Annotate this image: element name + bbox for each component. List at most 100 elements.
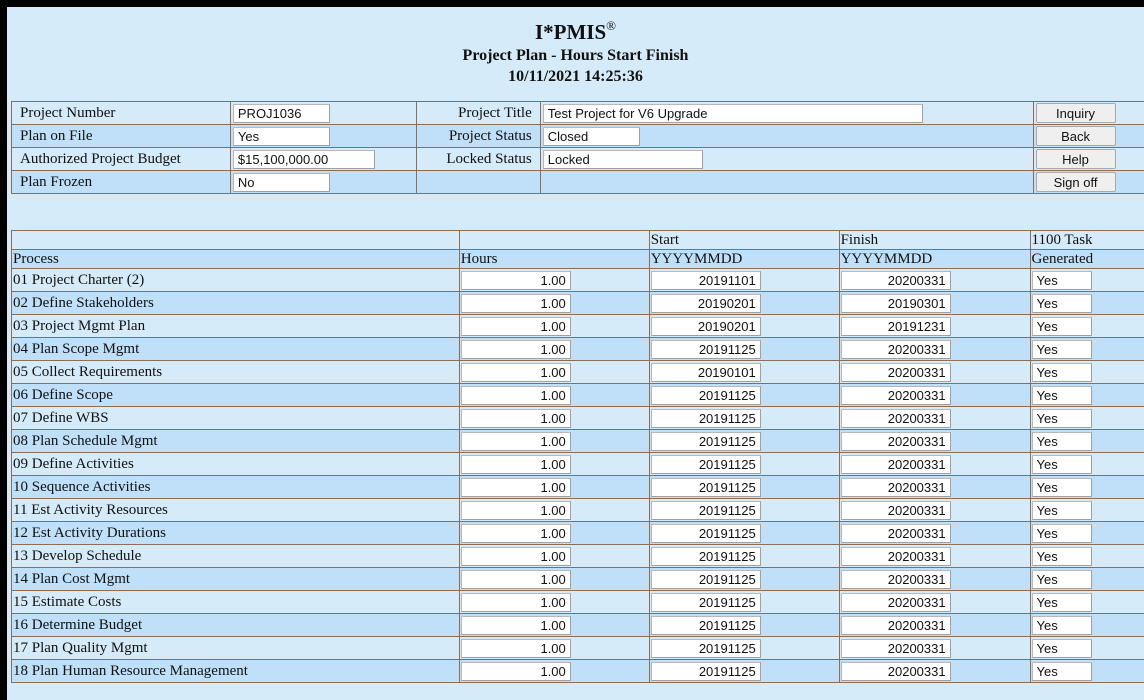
finish-date-input[interactable] (840, 546, 951, 566)
authorized-budget-field[interactable] (232, 149, 375, 169)
start-date-input[interactable] (650, 362, 761, 382)
finish-date-input[interactable] (840, 523, 951, 543)
info-row: Project Number Project Title Inquiry (11, 101, 1144, 125)
finish-date-input[interactable] (840, 454, 951, 474)
finish-date-input[interactable] (840, 638, 951, 658)
plan-frozen-field[interactable] (232, 172, 330, 192)
project-title-label: Project Title (415, 101, 541, 125)
task-generated-field[interactable] (1031, 569, 1092, 589)
grid-header-row: Process Hours YYYYMMDD YYYYMMDD Generate… (11, 249, 1144, 269)
hours-input[interactable] (460, 523, 571, 543)
hours-input[interactable] (460, 615, 571, 635)
process-name: 16 Determine Budget (11, 613, 460, 637)
plan-on-file-field[interactable] (232, 126, 330, 146)
hours-input[interactable] (460, 316, 571, 336)
finish-date-input[interactable] (840, 408, 951, 428)
task-generated-field[interactable] (1031, 316, 1092, 336)
hours-input[interactable] (460, 408, 571, 428)
start-date-input[interactable] (650, 569, 761, 589)
start-date-input[interactable] (650, 592, 761, 612)
start-date-input[interactable] (650, 661, 761, 681)
process-name: 04 Plan Scope Mgmt (11, 337, 460, 361)
table-row: 17 Plan Quality Mgmt (11, 636, 1144, 660)
hours-input[interactable] (460, 270, 571, 290)
hours-input[interactable] (460, 661, 571, 681)
finish-date-input[interactable] (840, 615, 951, 635)
hours-input[interactable] (460, 339, 571, 359)
start-header-top: Start (648, 230, 840, 250)
task-generated-field[interactable] (1031, 339, 1092, 359)
table-row: 13 Develop Schedule (11, 544, 1144, 568)
task-generated-field[interactable] (1031, 454, 1092, 474)
start-date-input[interactable] (650, 293, 761, 313)
table-row: 07 Define WBS (11, 406, 1144, 430)
task-generated-field[interactable] (1031, 500, 1092, 520)
task-generated-field[interactable] (1031, 385, 1092, 405)
task-generated-field[interactable] (1031, 431, 1092, 451)
task-generated-field[interactable] (1031, 592, 1092, 612)
back-button[interactable]: Back (1035, 126, 1116, 146)
table-row: 14 Plan Cost Mgmt (11, 567, 1144, 591)
finish-date-input[interactable] (840, 431, 951, 451)
hours-input[interactable] (460, 362, 571, 382)
start-date-input[interactable] (650, 638, 761, 658)
finish-date-input[interactable] (840, 293, 951, 313)
finish-date-input[interactable] (840, 362, 951, 382)
start-date-input[interactable] (650, 339, 761, 359)
hours-input[interactable] (460, 500, 571, 520)
task-generated-field[interactable] (1031, 270, 1092, 290)
finish-date-input[interactable] (840, 385, 951, 405)
start-date-input[interactable] (650, 385, 761, 405)
start-date-input[interactable] (650, 408, 761, 428)
hours-input[interactable] (460, 569, 571, 589)
locked-status-field[interactable] (542, 149, 703, 169)
finish-date-input[interactable] (840, 661, 951, 681)
task-generated-field[interactable] (1031, 615, 1092, 635)
task-generated-field[interactable] (1031, 546, 1092, 566)
hours-input[interactable] (460, 431, 571, 451)
project-title-field[interactable] (542, 103, 923, 123)
hours-input[interactable] (460, 546, 571, 566)
hours-input[interactable] (460, 638, 571, 658)
process-name: 05 Collect Requirements (11, 360, 460, 384)
task-generated-field[interactable] (1031, 661, 1092, 681)
task-generated-field[interactable] (1031, 523, 1092, 543)
start-date-input[interactable] (650, 454, 761, 474)
hours-input[interactable] (460, 293, 571, 313)
hours-input[interactable] (460, 477, 571, 497)
table-row: 18 Plan Human Resource Management (11, 659, 1144, 683)
finish-date-input[interactable] (840, 477, 951, 497)
finish-date-input[interactable] (840, 270, 951, 290)
info-row: Authorized Project Budget Locked Status … (11, 147, 1144, 171)
start-date-input[interactable] (650, 431, 761, 451)
sign-off-button[interactable]: Sign off (1035, 172, 1116, 192)
finish-date-input[interactable] (840, 339, 951, 359)
process-name: 17 Plan Quality Mgmt (11, 636, 460, 660)
project-number-field[interactable] (232, 103, 330, 123)
inquiry-button[interactable]: Inquiry (1035, 103, 1116, 123)
task-generated-field[interactable] (1031, 362, 1092, 382)
start-date-input[interactable] (650, 270, 761, 290)
start-date-input[interactable] (650, 316, 761, 336)
task-header-top: 1100 Task (1029, 230, 1144, 250)
task-generated-field[interactable] (1031, 293, 1092, 313)
process-name: 02 Define Stakeholders (11, 291, 460, 315)
finish-date-input[interactable] (840, 500, 951, 520)
task-generated-field[interactable] (1031, 638, 1092, 658)
start-date-input[interactable] (650, 500, 761, 520)
start-date-input[interactable] (650, 615, 761, 635)
finish-date-input[interactable] (840, 569, 951, 589)
start-date-input[interactable] (650, 523, 761, 543)
task-generated-field[interactable] (1031, 408, 1092, 428)
table-row: 10 Sequence Activities (11, 475, 1144, 499)
help-button[interactable]: Help (1035, 149, 1116, 169)
start-date-input[interactable] (650, 546, 761, 566)
project-status-field[interactable] (542, 126, 640, 146)
task-generated-field[interactable] (1031, 477, 1092, 497)
hours-input[interactable] (460, 454, 571, 474)
hours-input[interactable] (460, 385, 571, 405)
start-date-input[interactable] (650, 477, 761, 497)
hours-input[interactable] (460, 592, 571, 612)
finish-date-input[interactable] (840, 316, 951, 336)
finish-date-input[interactable] (840, 592, 951, 612)
